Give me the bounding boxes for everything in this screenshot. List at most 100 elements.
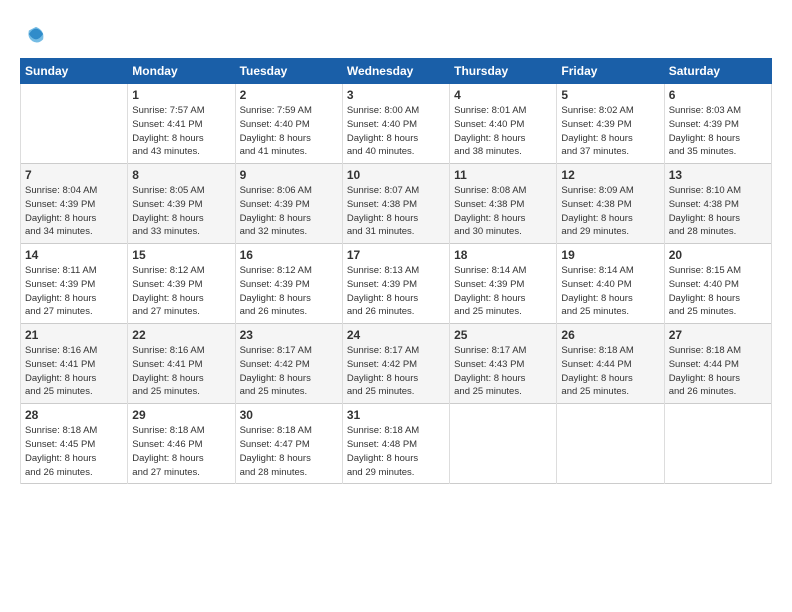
calendar-cell: 28 Sunrise: 8:18 AM Sunset: 4:45 PM Dayli… bbox=[21, 404, 128, 484]
day-info: Sunrise: 8:15 AM Sunset: 4:40 PM Dayligh… bbox=[669, 264, 767, 319]
calendar-cell: 13 Sunrise: 8:10 AM Sunset: 4:38 PM Dayli… bbox=[664, 164, 771, 244]
day-number: 29 bbox=[132, 408, 230, 422]
page: SundayMondayTuesdayWednesdayThursdayFrid… bbox=[0, 0, 792, 612]
day-info: Sunrise: 8:14 AM Sunset: 4:39 PM Dayligh… bbox=[454, 264, 552, 319]
calendar-cell bbox=[664, 404, 771, 484]
calendar-cell: 17 Sunrise: 8:13 AM Sunset: 4:39 PM Dayli… bbox=[342, 244, 449, 324]
week-row-2: 7 Sunrise: 8:04 AM Sunset: 4:39 PM Daylig… bbox=[21, 164, 772, 244]
day-number: 18 bbox=[454, 248, 552, 262]
day-info: Sunrise: 8:01 AM Sunset: 4:40 PM Dayligh… bbox=[454, 104, 552, 159]
day-info: Sunrise: 8:07 AM Sunset: 4:38 PM Dayligh… bbox=[347, 184, 445, 239]
day-number: 10 bbox=[347, 168, 445, 182]
day-info: Sunrise: 8:18 AM Sunset: 4:44 PM Dayligh… bbox=[561, 344, 659, 399]
calendar-cell: 7 Sunrise: 8:04 AM Sunset: 4:39 PM Daylig… bbox=[21, 164, 128, 244]
day-info: Sunrise: 8:18 AM Sunset: 4:44 PM Dayligh… bbox=[669, 344, 767, 399]
day-info: Sunrise: 8:04 AM Sunset: 4:39 PM Dayligh… bbox=[25, 184, 123, 239]
week-row-5: 28 Sunrise: 8:18 AM Sunset: 4:45 PM Dayli… bbox=[21, 404, 772, 484]
day-number: 23 bbox=[240, 328, 338, 342]
day-number: 13 bbox=[669, 168, 767, 182]
calendar-cell: 20Sunrise: 8:15 AM Sunset: 4:40 PM Dayli… bbox=[664, 244, 771, 324]
day-number: 12 bbox=[561, 168, 659, 182]
day-info: Sunrise: 8:12 AM Sunset: 4:39 PM Dayligh… bbox=[132, 264, 230, 319]
day-info: Sunrise: 8:18 AM Sunset: 4:46 PM Dayligh… bbox=[132, 424, 230, 479]
calendar-cell bbox=[450, 404, 557, 484]
logo bbox=[20, 18, 58, 50]
calendar-cell: 3 Sunrise: 8:00 AM Sunset: 4:40 PM Daylig… bbox=[342, 84, 449, 164]
day-number: 5 bbox=[561, 88, 659, 102]
day-number: 30 bbox=[240, 408, 338, 422]
calendar-cell: 12 Sunrise: 8:09 AM Sunset: 4:38 PM Dayli… bbox=[557, 164, 664, 244]
day-info: Sunrise: 8:12 AM Sunset: 4:39 PM Dayligh… bbox=[240, 264, 338, 319]
calendar-cell: 11Sunrise: 8:08 AM Sunset: 4:38 PM Dayli… bbox=[450, 164, 557, 244]
calendar-cell: 25Sunrise: 8:17 AM Sunset: 4:43 PM Dayli… bbox=[450, 324, 557, 404]
header-wednesday: Wednesday bbox=[342, 59, 449, 84]
header-monday: Monday bbox=[128, 59, 235, 84]
day-number: 19 bbox=[561, 248, 659, 262]
day-info: Sunrise: 8:17 AM Sunset: 4:42 PM Dayligh… bbox=[240, 344, 338, 399]
calendar-cell: 9Sunrise: 8:06 AM Sunset: 4:39 PM Daylig… bbox=[235, 164, 342, 244]
calendar-cell: 16 Sunrise: 8:12 AM Sunset: 4:39 PM Dayli… bbox=[235, 244, 342, 324]
day-number: 24 bbox=[347, 328, 445, 342]
day-number: 1 bbox=[132, 88, 230, 102]
calendar-cell: 31 Sunrise: 8:18 AM Sunset: 4:48 PM Dayli… bbox=[342, 404, 449, 484]
calendar-cell: 24 Sunrise: 8:17 AM Sunset: 4:42 PM Dayli… bbox=[342, 324, 449, 404]
week-row-1: 1 Sunrise: 7:57 AM Sunset: 4:41 PM Daylig… bbox=[21, 84, 772, 164]
calendar-cell: 1 Sunrise: 7:57 AM Sunset: 4:41 PM Daylig… bbox=[128, 84, 235, 164]
calendar-cell: 15 Sunrise: 8:12 AM Sunset: 4:39 PM Dayli… bbox=[128, 244, 235, 324]
calendar-cell: 27 Sunrise: 8:18 AM Sunset: 4:44 PM Dayli… bbox=[664, 324, 771, 404]
day-info: Sunrise: 8:16 AM Sunset: 4:41 PM Dayligh… bbox=[25, 344, 123, 399]
day-info: Sunrise: 8:02 AM Sunset: 4:39 PM Dayligh… bbox=[561, 104, 659, 159]
day-number: 3 bbox=[347, 88, 445, 102]
calendar-cell bbox=[557, 404, 664, 484]
calendar-cell: 21Sunrise: 8:16 AM Sunset: 4:41 PM Dayli… bbox=[21, 324, 128, 404]
header-friday: Friday bbox=[557, 59, 664, 84]
day-number: 6 bbox=[669, 88, 767, 102]
day-info: Sunrise: 8:18 AM Sunset: 4:45 PM Dayligh… bbox=[25, 424, 123, 479]
day-info: Sunrise: 7:57 AM Sunset: 4:41 PM Dayligh… bbox=[132, 104, 230, 159]
calendar-table: SundayMondayTuesdayWednesdayThursdayFrid… bbox=[20, 58, 772, 484]
header-saturday: Saturday bbox=[664, 59, 771, 84]
calendar-cell: 4 Sunrise: 8:01 AM Sunset: 4:40 PM Daylig… bbox=[450, 84, 557, 164]
day-info: Sunrise: 8:00 AM Sunset: 4:40 PM Dayligh… bbox=[347, 104, 445, 159]
calendar-cell: 22Sunrise: 8:16 AM Sunset: 4:41 PM Dayli… bbox=[128, 324, 235, 404]
day-info: Sunrise: 8:05 AM Sunset: 4:39 PM Dayligh… bbox=[132, 184, 230, 239]
logo-icon bbox=[20, 18, 52, 50]
calendar-cell: 26 Sunrise: 8:18 AM Sunset: 4:44 PM Dayli… bbox=[557, 324, 664, 404]
calendar-cell: 19 Sunrise: 8:14 AM Sunset: 4:40 PM Dayli… bbox=[557, 244, 664, 324]
calendar-cell: 8 Sunrise: 8:05 AM Sunset: 4:39 PM Daylig… bbox=[128, 164, 235, 244]
day-info: Sunrise: 8:09 AM Sunset: 4:38 PM Dayligh… bbox=[561, 184, 659, 239]
day-number: 15 bbox=[132, 248, 230, 262]
day-info: Sunrise: 8:06 AM Sunset: 4:39 PM Dayligh… bbox=[240, 184, 338, 239]
day-number: 7 bbox=[25, 168, 123, 182]
day-number: 4 bbox=[454, 88, 552, 102]
day-info: Sunrise: 8:03 AM Sunset: 4:39 PM Dayligh… bbox=[669, 104, 767, 159]
calendar-cell: 29 Sunrise: 8:18 AM Sunset: 4:46 PM Dayli… bbox=[128, 404, 235, 484]
week-row-4: 21Sunrise: 8:16 AM Sunset: 4:41 PM Dayli… bbox=[21, 324, 772, 404]
calendar-cell: 5 Sunrise: 8:02 AM Sunset: 4:39 PM Daylig… bbox=[557, 84, 664, 164]
day-info: Sunrise: 8:10 AM Sunset: 4:38 PM Dayligh… bbox=[669, 184, 767, 239]
day-info: Sunrise: 8:18 AM Sunset: 4:48 PM Dayligh… bbox=[347, 424, 445, 479]
day-number: 11 bbox=[454, 168, 552, 182]
day-number: 16 bbox=[240, 248, 338, 262]
header-sunday: Sunday bbox=[21, 59, 128, 84]
day-info: Sunrise: 8:11 AM Sunset: 4:39 PM Dayligh… bbox=[25, 264, 123, 319]
calendar-cell: 6 Sunrise: 8:03 AM Sunset: 4:39 PM Daylig… bbox=[664, 84, 771, 164]
day-info: Sunrise: 8:13 AM Sunset: 4:39 PM Dayligh… bbox=[347, 264, 445, 319]
day-number: 17 bbox=[347, 248, 445, 262]
day-number: 14 bbox=[25, 248, 123, 262]
day-number: 8 bbox=[132, 168, 230, 182]
day-number: 28 bbox=[25, 408, 123, 422]
day-number: 31 bbox=[347, 408, 445, 422]
day-info: Sunrise: 8:17 AM Sunset: 4:42 PM Dayligh… bbox=[347, 344, 445, 399]
day-info: Sunrise: 8:14 AM Sunset: 4:40 PM Dayligh… bbox=[561, 264, 659, 319]
calendar-cell: 2Sunrise: 7:59 AM Sunset: 4:40 PM Daylig… bbox=[235, 84, 342, 164]
calendar-cell: 30 Sunrise: 8:18 AM Sunset: 4:47 PM Dayli… bbox=[235, 404, 342, 484]
day-number: 22 bbox=[132, 328, 230, 342]
calendar-cell: 14 Sunrise: 8:11 AM Sunset: 4:39 PM Dayli… bbox=[21, 244, 128, 324]
calendar-cell bbox=[21, 84, 128, 164]
day-number: 27 bbox=[669, 328, 767, 342]
day-number: 2 bbox=[240, 88, 338, 102]
calendar-cell: 10 Sunrise: 8:07 AM Sunset: 4:38 PM Dayli… bbox=[342, 164, 449, 244]
day-info: Sunrise: 8:18 AM Sunset: 4:47 PM Dayligh… bbox=[240, 424, 338, 479]
day-number: 26 bbox=[561, 328, 659, 342]
